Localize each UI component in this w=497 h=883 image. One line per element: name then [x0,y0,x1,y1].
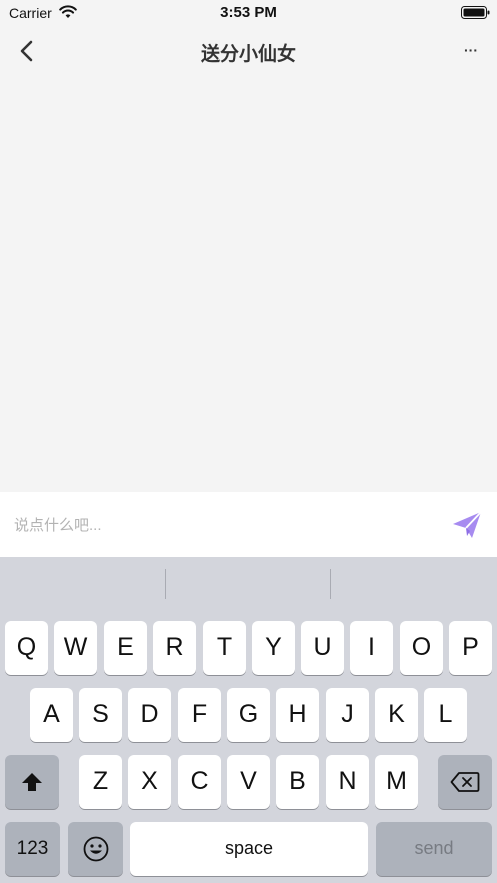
chat-message-list[interactable] [0,76,497,492]
key-f[interactable]: F [178,688,221,742]
battery-icon [461,6,490,19]
suggestion-divider [165,569,166,599]
suggestion-divider [330,569,331,599]
key-v[interactable]: V [227,755,270,809]
return-send-key[interactable]: send [376,822,492,876]
key-g[interactable]: G [227,688,270,742]
navigation-bar: 送分小仙女 ··· [0,26,497,76]
keyboard: Q W E R T Y U I O P A S D F G H J K L Z … [0,557,497,883]
key-x[interactable]: X [128,755,171,809]
key-p[interactable]: P [449,621,492,675]
key-u[interactable]: U [301,621,344,675]
key-a[interactable]: A [30,688,73,742]
key-r[interactable]: R [153,621,196,675]
space-key[interactable]: space [130,822,368,876]
shift-key[interactable] [5,755,59,809]
key-n[interactable]: N [326,755,369,809]
page-title: 送分小仙女 [200,44,296,65]
key-b[interactable]: B [276,755,319,809]
shift-arrow-icon [22,773,42,791]
suggestion-bar [0,557,497,612]
key-s[interactable]: S [79,688,122,742]
key-j[interactable]: J [326,688,369,742]
key-h[interactable]: H [276,688,319,742]
message-input[interactable] [12,506,436,544]
message-composer [0,492,497,557]
key-c[interactable]: C [178,755,221,809]
key-q[interactable]: Q [5,621,48,675]
key-t[interactable]: T [203,621,246,675]
key-o[interactable]: O [400,621,443,675]
key-k[interactable]: K [375,688,418,742]
key-z[interactable]: Z [79,755,122,809]
backspace-icon [450,772,480,792]
key-m[interactable]: M [375,755,418,809]
delete-key[interactable] [438,755,492,809]
key-i[interactable]: I [350,621,393,675]
numbers-key[interactable]: 123 [5,822,60,876]
more-button[interactable]: ··· [458,38,484,62]
key-y[interactable]: Y [252,621,295,675]
key-w[interactable]: W [54,621,97,675]
status-time: 3:53 PM [220,4,277,21]
status-bar: Carrier 3:53 PM [0,0,497,26]
key-l[interactable]: L [424,688,467,742]
key-e[interactable]: E [104,621,147,675]
send-button[interactable] [450,509,484,541]
key-d[interactable]: D [128,688,171,742]
emoji-key[interactable] [68,822,123,876]
emoji-icon [83,836,108,862]
paper-plane-icon [453,511,482,538]
